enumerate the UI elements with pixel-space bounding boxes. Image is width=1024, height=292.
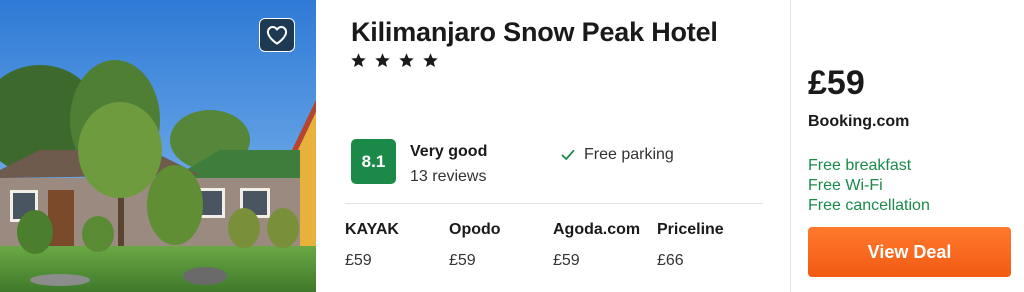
provider-price: £59 [553, 252, 580, 269]
provider-price-agoda[interactable]: Agoda.com £59 [553, 221, 653, 270]
provider-price-priceline[interactable]: Priceline £66 [657, 221, 757, 270]
hotel-name[interactable]: Kilimanjaro Snow Peak Hotel [351, 17, 718, 48]
perk-item: Free Wi-Fi [808, 177, 883, 194]
divider [345, 203, 763, 204]
star-icon [423, 53, 438, 68]
star-icon [351, 53, 366, 68]
favorite-button[interactable] [259, 18, 295, 52]
hotel-photo[interactable] [0, 0, 316, 292]
perk-item: Free breakfast [808, 157, 912, 174]
perk-item: Free cancellation [808, 197, 930, 214]
provider-price: £66 [657, 252, 684, 269]
provider-name: Priceline [657, 221, 724, 238]
amenity-item: Free parking [561, 146, 674, 164]
review-count[interactable]: 13 reviews [410, 168, 486, 186]
hotel-result-card: Kilimanjaro Snow Peak Hotel 8.1 Very goo… [0, 0, 1024, 292]
provider-price-opodo[interactable]: Opodo £59 [449, 221, 549, 270]
provider-price-kayak[interactable]: KAYAK £59 [345, 221, 445, 270]
rating-label: Very good [410, 143, 488, 160]
divider [790, 0, 791, 292]
rating-score-badge: 8.1 [351, 139, 396, 184]
provider-name: Agoda.com [553, 221, 641, 238]
star-icon [399, 53, 414, 68]
deal-perks: Free breakfast Free Wi-Fi Free cancellat… [808, 156, 930, 216]
provider-price: £59 [449, 252, 476, 269]
deal-source: Booking.com [808, 113, 910, 130]
star-rating [350, 52, 439, 69]
view-deal-button[interactable]: View Deal [808, 227, 1011, 277]
amenity-label: Free parking [584, 146, 674, 163]
provider-name: Opodo [449, 221, 501, 238]
deal-price: £59 [808, 64, 865, 102]
star-icon [375, 53, 390, 68]
heart-icon [266, 26, 288, 45]
provider-name: KAYAK [345, 221, 399, 238]
check-icon [561, 149, 575, 160]
provider-price: £59 [345, 252, 372, 269]
